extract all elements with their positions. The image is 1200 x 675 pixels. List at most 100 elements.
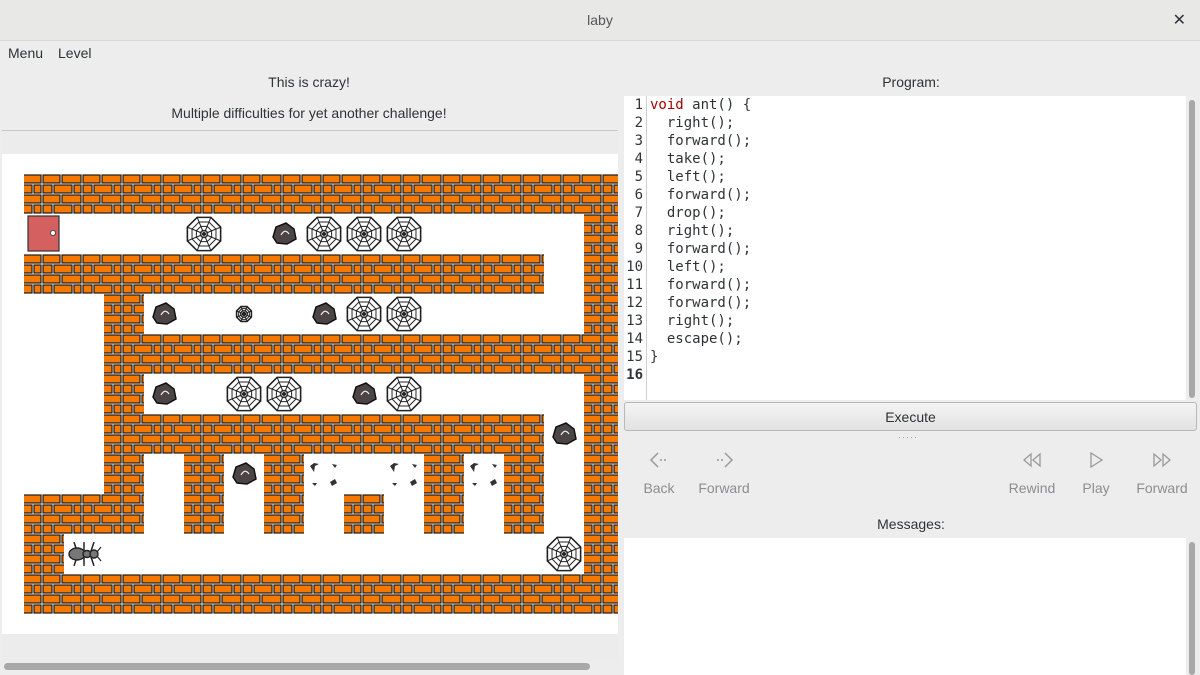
wall-tile [304, 174, 344, 214]
wall-tile [304, 254, 344, 294]
wall-tile [104, 174, 144, 214]
wall-tile [224, 334, 264, 374]
title-bar: laby ✕ [0, 0, 1200, 41]
wall-tile [584, 414, 618, 454]
messages-scrollbar[interactable] [1189, 542, 1195, 675]
wall-tile [504, 254, 544, 294]
step-forward-button[interactable]: Forward [1127, 450, 1197, 496]
editor-scrollbar[interactable] [1189, 100, 1195, 398]
code-text: left(); [650, 169, 726, 185]
level-description: Multiple difficulties for yet another ch… [171, 105, 447, 121]
code-text: drop(); [650, 205, 726, 221]
exit-door-icon [27, 215, 60, 252]
rock-icon [152, 382, 177, 405]
rock-icon [152, 302, 177, 325]
wall-tile [584, 214, 618, 254]
wall-tile [304, 414, 344, 454]
board-horizontal-scrollbar[interactable] [4, 663, 590, 670]
wall-tile [424, 254, 464, 294]
close-icon[interactable]: ✕ [1173, 10, 1186, 30]
wall-tile [184, 414, 224, 454]
code-text: } [650, 349, 659, 365]
line-number: 8 [634, 223, 643, 239]
rewind-button[interactable]: Rewind [997, 450, 1067, 496]
wall-tile [144, 174, 184, 214]
wall-tile [584, 294, 618, 334]
code-text: right(); [650, 313, 735, 329]
spider-web-icon [266, 376, 302, 412]
wall-tile [264, 254, 304, 294]
rock-icon [272, 222, 297, 245]
line-number: 6 [634, 187, 643, 203]
window-title: laby [587, 12, 613, 28]
wall-tile [184, 334, 224, 374]
spider-web-icon [306, 216, 342, 252]
wall-tile [264, 574, 304, 614]
wall-tile [144, 334, 184, 374]
wall-tile [24, 254, 64, 294]
wall-tile [224, 574, 264, 614]
line-number: 1 [634, 97, 643, 113]
wall-tile [504, 334, 544, 374]
wall-tile [504, 174, 544, 214]
history-forward-button[interactable]: Forward [689, 450, 759, 496]
rewind-icon [997, 450, 1067, 472]
wall-tile [144, 574, 184, 614]
menu-bar: Menu Level [0, 41, 1200, 65]
play-button[interactable]: Play [1061, 450, 1131, 496]
wall-tile [104, 414, 144, 454]
spider-web-icon [186, 216, 222, 252]
wall-tile [344, 334, 384, 374]
wall-tile [384, 174, 424, 214]
messages-panel[interactable] [624, 538, 1186, 675]
line-number: 14 [626, 331, 643, 347]
wall-tile [504, 454, 544, 494]
wall-tile [344, 494, 384, 534]
program-editor[interactable]: 1 void ant() {2 right(); 3 forward(); 4 tak… [624, 96, 1186, 400]
wall-tile [584, 174, 618, 214]
menu-level[interactable]: Level [58, 45, 91, 61]
code-text: left(); [650, 259, 726, 275]
line-number: 5 [634, 169, 643, 185]
wall-tile [144, 414, 184, 454]
line-number: 3 [634, 133, 643, 149]
wall-tile [584, 574, 618, 614]
code-text: forward(); [650, 241, 752, 257]
code-text: right(); [650, 223, 735, 239]
code-text: void ant() { [650, 97, 752, 113]
wall-tile [104, 374, 144, 414]
wall-tile [384, 414, 424, 454]
wall-tile [224, 174, 264, 214]
wall-tile [224, 414, 264, 454]
wall-tile [304, 334, 344, 374]
wall-tile [464, 414, 504, 454]
wall-tile [104, 254, 144, 294]
spider-web-icon [226, 376, 262, 412]
menu-menu[interactable]: Menu [8, 45, 43, 61]
wall-tile [344, 254, 384, 294]
spider-web-icon [386, 216, 422, 252]
wall-tile [224, 254, 264, 294]
execute-button[interactable]: Execute [624, 402, 1197, 431]
line-number: 15 [626, 349, 643, 365]
wall-tile [104, 334, 144, 374]
pane-grip-icon[interactable]: ····· [898, 432, 918, 442]
game-board-viewport[interactable] [2, 130, 618, 661]
wall-tile [584, 374, 618, 414]
code-text: forward(); [650, 295, 752, 311]
wall-tile [104, 494, 144, 534]
wall-tile [384, 254, 424, 294]
wall-tile [104, 454, 144, 494]
line-number: 2 [634, 115, 643, 131]
line-number: 16 [626, 367, 643, 383]
back-button[interactable]: Back [624, 450, 694, 496]
spider-web-icon [546, 536, 582, 572]
wall-tile [504, 494, 544, 534]
history-forward-label: Forward [698, 480, 750, 496]
keyword-token: void [650, 97, 684, 113]
level-title: This is crazy! [268, 74, 350, 90]
wall-tile [584, 254, 618, 294]
wall-tile [184, 494, 224, 534]
spider-web-icon [346, 296, 382, 332]
wall-tile [424, 334, 464, 374]
